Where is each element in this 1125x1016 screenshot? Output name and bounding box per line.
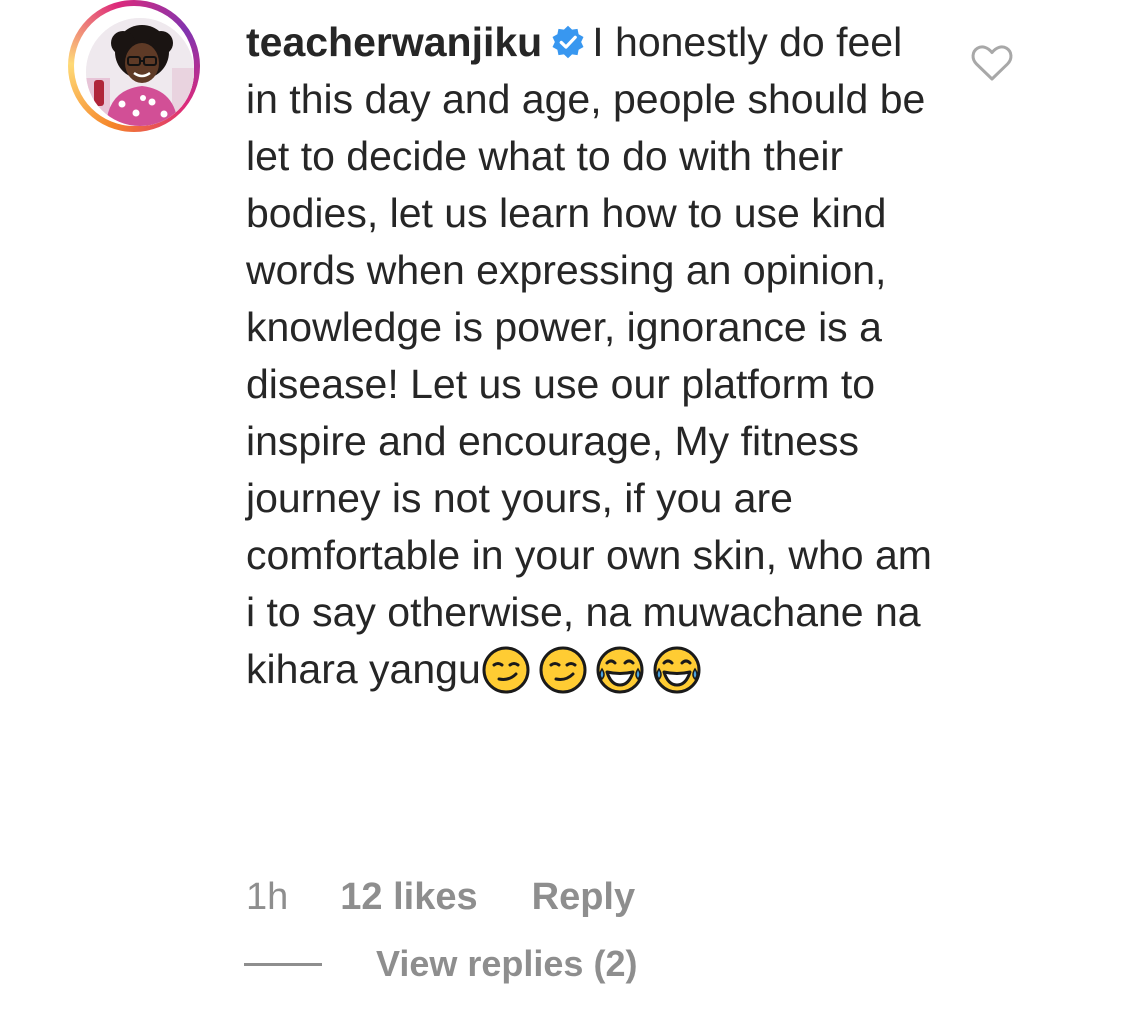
comment-body: teacherwanjiku I honestly do feel in thi…	[246, 14, 936, 698]
verified-badge-icon	[552, 25, 584, 59]
smirking-face-emoji-icon	[482, 646, 530, 694]
reply-button[interactable]: Reply	[532, 876, 635, 919]
comment: teacherwanjiku I honestly do feel in thi…	[0, 0, 1125, 1016]
view-replies-button[interactable]: View replies (2)	[244, 940, 637, 988]
tears-of-joy-emoji-icon	[596, 646, 644, 694]
heart-outline-icon[interactable]	[970, 44, 1014, 82]
smirking-face-emoji-icon	[539, 646, 587, 694]
avatar-photo	[86, 18, 194, 126]
avatar-story-ring[interactable]	[68, 0, 200, 132]
view-replies-label[interactable]: View replies (2)	[376, 943, 637, 985]
comment-meta: 1h 12 likes Reply	[246, 872, 635, 922]
comment-text: I honestly do feel in this day and age, …	[246, 19, 932, 692]
likes-count[interactable]: 12 likes	[340, 876, 477, 919]
avatar	[86, 18, 194, 126]
username-link[interactable]: teacherwanjiku	[246, 19, 542, 65]
tears-of-joy-emoji-icon	[653, 646, 701, 694]
emoji-row	[481, 646, 709, 694]
timestamp[interactable]: 1h	[246, 876, 288, 919]
replies-divider-line	[244, 962, 322, 966]
